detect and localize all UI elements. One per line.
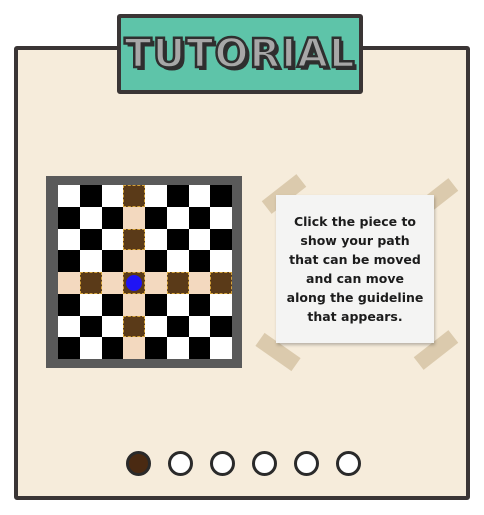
board-cell (58, 185, 80, 207)
guideline-cell[interactable] (123, 206, 145, 229)
board-cell (101, 337, 124, 359)
board-cell (58, 315, 80, 338)
board-cell (79, 337, 102, 359)
board-cell (145, 185, 167, 207)
guideline-cell[interactable] (210, 272, 232, 294)
board-cell (210, 293, 232, 316)
pagination-dots (126, 450, 361, 476)
board-cell (188, 315, 211, 338)
board-cell (166, 228, 189, 251)
board-cell (188, 228, 211, 251)
board-cell (79, 228, 102, 251)
board-cell (145, 293, 167, 316)
page-dot-2[interactable] (168, 450, 193, 476)
board-cell (79, 293, 102, 316)
board-cell (58, 337, 80, 359)
board-cell (166, 293, 189, 316)
board-cell (210, 337, 232, 359)
guideline-cell[interactable] (101, 272, 124, 294)
board-cell (101, 293, 124, 316)
board-cell (188, 293, 211, 316)
board-cell (166, 250, 189, 272)
board-cell (101, 315, 124, 338)
guideline-cell[interactable] (123, 315, 145, 338)
guideline-cell[interactable] (79, 272, 102, 294)
board-cell (166, 315, 189, 338)
board-cell (145, 315, 167, 338)
board-cell (58, 250, 80, 272)
board-cell (58, 206, 80, 229)
guideline-cell[interactable] (123, 337, 145, 359)
guideline-cell[interactable] (123, 185, 145, 207)
board-cell (79, 315, 102, 338)
board-cell (210, 206, 232, 229)
guideline-cell[interactable] (188, 272, 211, 294)
board-cell (145, 228, 167, 251)
instruction-text: Click the piece to show your path that c… (286, 214, 424, 324)
guideline-cell[interactable] (123, 250, 145, 272)
board-cell (210, 315, 232, 338)
board-cell (188, 250, 211, 272)
board-cell (101, 228, 124, 251)
board-cell (145, 337, 167, 359)
board-cell (210, 185, 232, 207)
board-cell (79, 206, 102, 229)
board-cell (166, 337, 189, 359)
board-cell (58, 228, 80, 251)
board-cell (188, 337, 211, 359)
guideline-cell[interactable] (123, 293, 145, 316)
board-cell (101, 206, 124, 229)
guideline-cell[interactable] (123, 228, 145, 251)
board-cell (58, 293, 80, 316)
game-piece[interactable] (126, 274, 143, 291)
page-dot-6[interactable] (336, 450, 361, 476)
page-dot-1[interactable] (126, 450, 151, 476)
board-cell (79, 250, 102, 272)
instruction-note: Click the piece to show your path that c… (276, 195, 434, 343)
board-cell (210, 250, 232, 272)
page-dot-3[interactable] (210, 450, 235, 476)
guideline-cell[interactable] (145, 272, 167, 294)
board-cell (79, 185, 102, 207)
chess-board[interactable] (58, 185, 232, 359)
board-cell (101, 250, 124, 272)
board-cell (188, 206, 211, 229)
guideline-cell[interactable] (166, 272, 189, 294)
tutorial-title: TUTORIAL (123, 31, 356, 77)
board-cell (101, 185, 124, 207)
board-cell (145, 206, 167, 229)
board-cell (145, 250, 167, 272)
title-banner: TUTORIAL (117, 14, 363, 94)
board-cell (210, 228, 232, 251)
board-cell (166, 185, 189, 207)
page-dot-5[interactable] (294, 450, 319, 476)
board-cell (166, 206, 189, 229)
page-dot-4[interactable] (252, 450, 277, 476)
guideline-cell[interactable] (58, 272, 80, 294)
board-cell (188, 185, 211, 207)
